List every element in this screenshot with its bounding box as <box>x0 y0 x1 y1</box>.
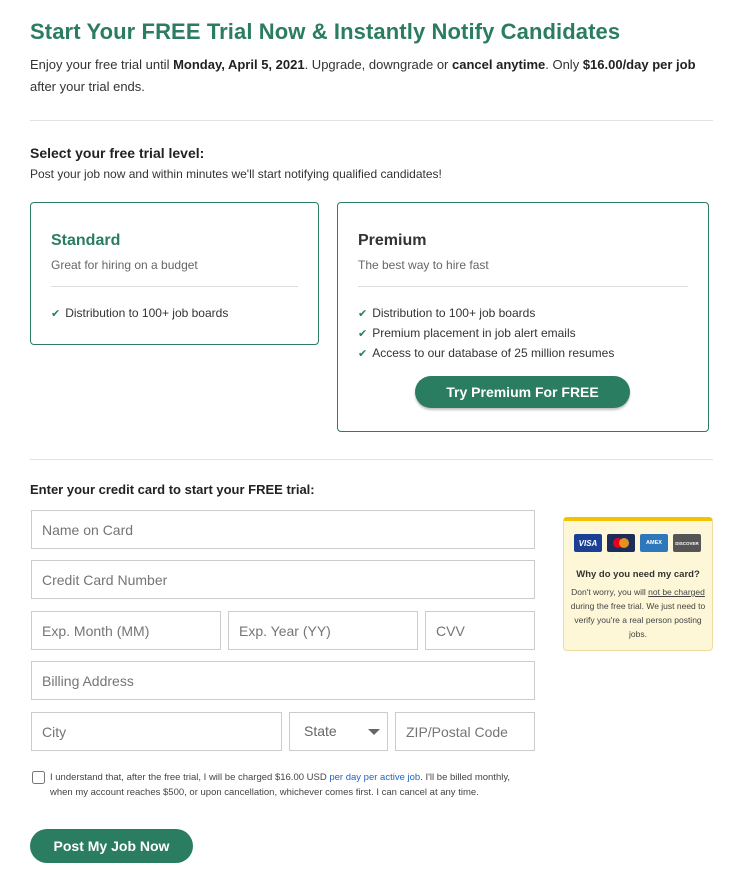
try-premium-button[interactable]: Try Premium For FREE <box>415 376 630 408</box>
visa-icon: VISA <box>574 534 602 552</box>
accepted-cards: VISA AMEX DISCOVER <box>574 534 701 552</box>
plan-card-standard[interactable]: Standard Great for hiring on a budget ✔ D… <box>30 202 319 345</box>
check-icon: ✔ <box>51 308 61 320</box>
agreement-checkbox[interactable] <box>32 771 45 784</box>
intro-text: Enjoy your free trial until <box>30 57 174 72</box>
intro-text: . Upgrade, downgrade or <box>304 57 453 72</box>
state-select-value: State <box>304 723 337 739</box>
per-job-pricing-link[interactable]: per day per active job <box>329 772 420 783</box>
feature-text: Premium placement in job alert emails <box>372 326 576 340</box>
why-card-text-part: during the free trial. We just need to v… <box>570 601 706 639</box>
feature-text: Distribution to 100+ job boards <box>65 306 229 320</box>
why-card-text: Don't worry, you will not be charged dur… <box>570 585 706 641</box>
check-icon: ✔ <box>358 328 368 340</box>
trial-end-date: Monday, April 5, 2021 <box>173 57 305 72</box>
feature-list: ✔ Distribution to 100+ job boards ✔ Premiu… <box>358 305 614 365</box>
divider <box>30 459 713 460</box>
why-card-text-part: Don't worry, you will <box>571 587 649 597</box>
check-icon: ✔ <box>358 348 368 360</box>
name-on-card-input[interactable] <box>31 510 535 549</box>
feature-item: ✔ Distribution to 100+ job boards <box>358 305 614 325</box>
credit-card-heading: Enter your credit card to start your FRE… <box>30 482 315 497</box>
why-card-heading: Why do you need my card? <box>576 569 700 580</box>
city-input[interactable] <box>31 712 282 751</box>
why-card-note: VISA AMEX DISCOVER Why do you need my ca… <box>563 517 713 651</box>
divider <box>30 120 713 121</box>
divider <box>51 286 298 287</box>
plan-name: Standard <box>51 232 121 249</box>
trial-level-heading: Select your free trial level: <box>30 145 205 161</box>
zip-input[interactable] <box>395 712 535 751</box>
check-icon: ✔ <box>358 308 368 320</box>
feature-item: ✔ Distribution to 100+ job boards <box>51 305 228 325</box>
billing-address-input[interactable] <box>31 661 535 700</box>
feature-text: Distribution to 100+ job boards <box>372 306 536 320</box>
trial-intro: Enjoy your free trial until Monday, Apri… <box>30 54 700 98</box>
not-charged-text: not be charged <box>648 587 705 597</box>
amex-icon: AMEX <box>640 534 668 552</box>
plan-tagline: The best way to hire fast <box>358 258 489 272</box>
exp-year-input[interactable] <box>228 611 418 650</box>
cvv-input[interactable] <box>425 611 535 650</box>
feature-item: ✔ Premium placement in job alert emails <box>358 325 614 345</box>
agreement-text-part: I understand that, after the free trial,… <box>50 772 330 783</box>
feature-item: ✔ Access to our database of 25 million re… <box>358 345 614 365</box>
plan-name: Premium <box>358 232 427 249</box>
intro-text: after your trial ends. <box>30 79 145 94</box>
discover-icon: DISCOVER <box>673 534 701 552</box>
page-title: Start Your FREE Trial Now & Instantly No… <box>30 19 621 44</box>
plan-card-premium[interactable]: Premium The best way to hire fast ✔ Distr… <box>337 202 709 432</box>
feature-list: ✔ Distribution to 100+ job boards <box>51 305 228 325</box>
cancel-anytime: cancel anytime <box>452 57 546 72</box>
post-job-button[interactable]: Post My Job Now <box>30 829 193 863</box>
agreement-text: I understand that, after the free trial,… <box>50 770 520 800</box>
daily-price: $16.00/day per job <box>582 57 696 72</box>
divider <box>358 286 688 287</box>
exp-month-input[interactable] <box>31 611 221 650</box>
intro-text: . Only <box>545 57 583 72</box>
feature-text: Access to our database of 25 million res… <box>372 346 615 360</box>
trial-level-subheading: Post your job now and within minutes we'… <box>30 167 442 181</box>
plan-tagline: Great for hiring on a budget <box>51 258 198 272</box>
state-select[interactable]: State <box>289 712 388 751</box>
chevron-down-icon <box>368 729 380 735</box>
mastercard-icon <box>607 534 635 552</box>
card-number-input[interactable] <box>31 560 535 599</box>
